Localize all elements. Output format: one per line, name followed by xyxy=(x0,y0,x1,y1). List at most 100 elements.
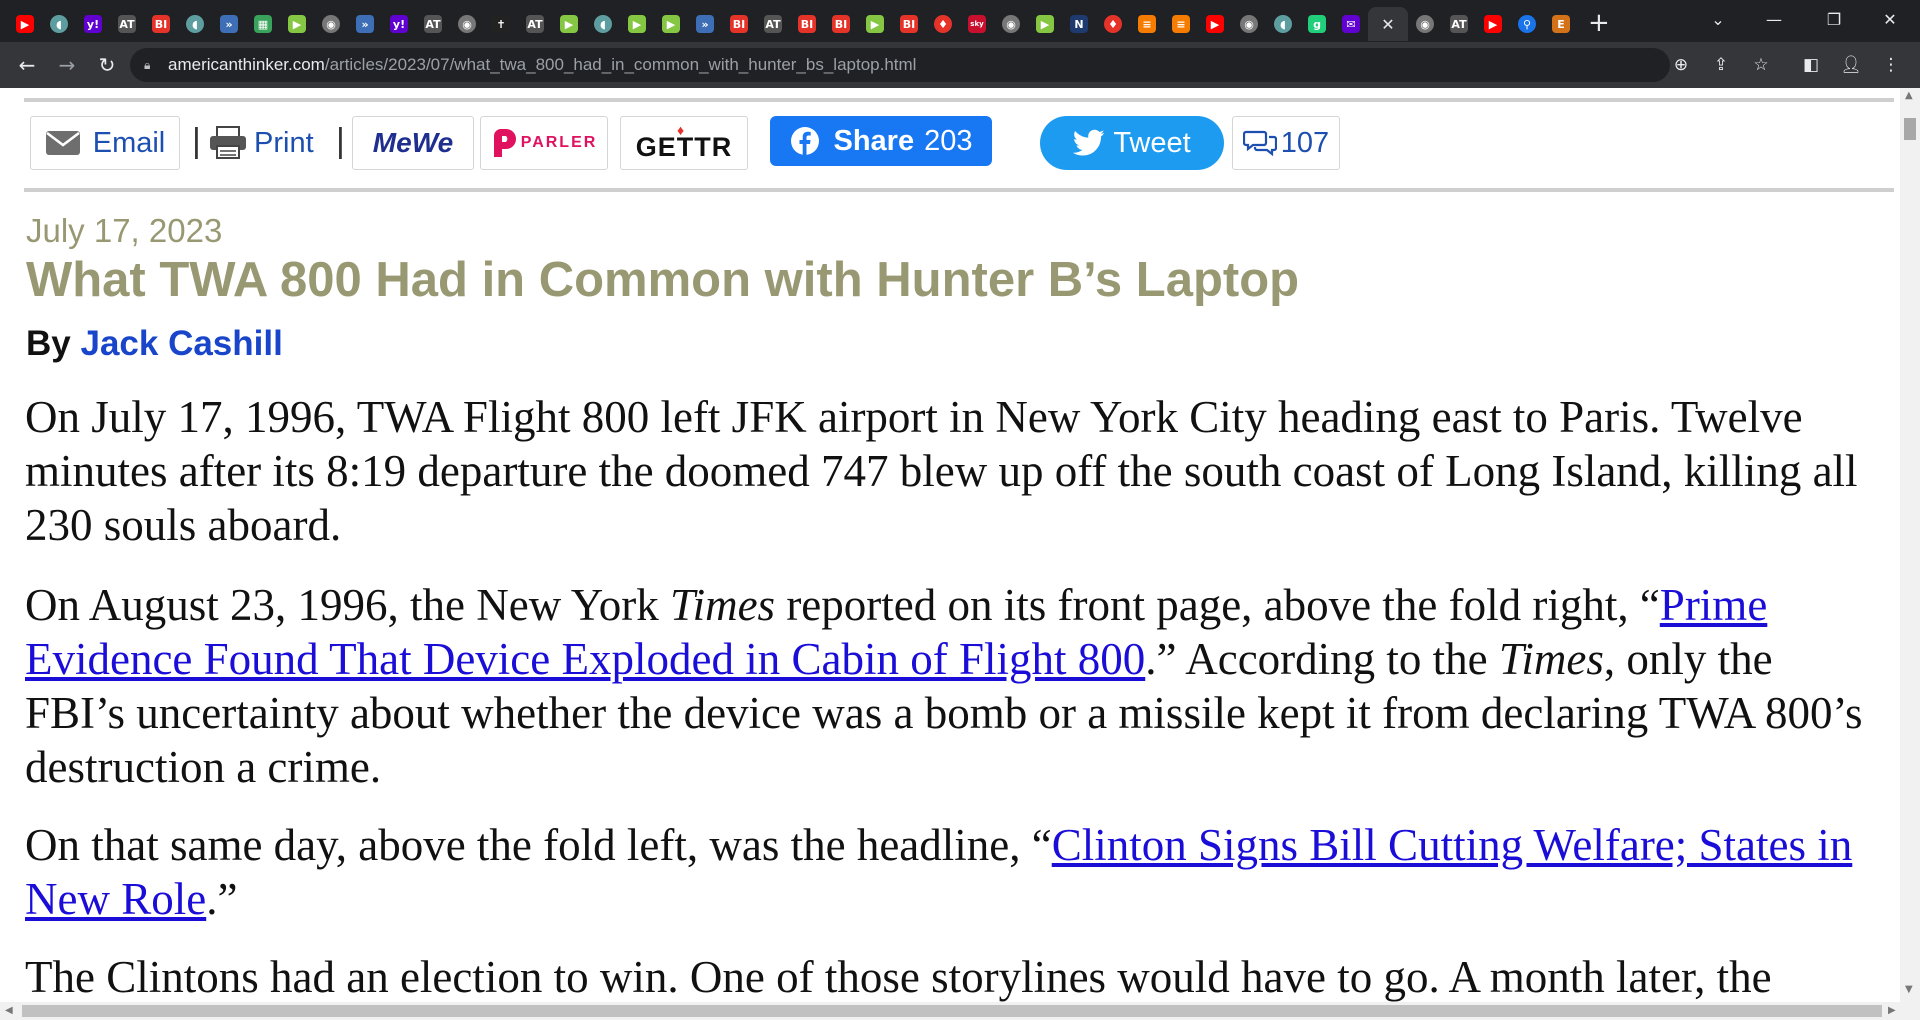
zoom-icon[interactable]: ⊕ xyxy=(1668,52,1694,78)
browser-tab[interactable]: BI xyxy=(722,7,756,41)
browser-tab[interactable]: ✝ xyxy=(484,7,518,41)
browser-tab[interactable]: ♦ xyxy=(926,7,960,41)
separator: | xyxy=(336,122,345,160)
facebook-share-button[interactable]: Share 203 xyxy=(770,116,992,166)
browser-tab[interactable]: ≡ xyxy=(1164,7,1198,41)
browser-tab[interactable]: g xyxy=(1300,7,1334,41)
side-panel-icon[interactable]: ◧ xyxy=(1798,52,1824,78)
rumble-icon: ▶ xyxy=(866,15,884,33)
browser-tab[interactable]: ◉ xyxy=(994,7,1028,41)
browser-tab[interactable]: ◖ xyxy=(586,7,620,41)
arrow-icon: » xyxy=(356,15,374,33)
browser-tab[interactable]: ◉ xyxy=(450,7,484,41)
business-insider-icon: BI xyxy=(152,15,170,33)
browser-tab[interactable]: ▶ xyxy=(858,7,892,41)
tab-search-icon[interactable]: ⌄ xyxy=(1690,0,1746,38)
forward-button[interactable]: → xyxy=(52,50,82,80)
author-link[interactable]: Jack Cashill xyxy=(80,324,282,363)
browser-tab[interactable]: AT xyxy=(518,7,552,41)
email-button[interactable]: Email xyxy=(30,116,180,170)
back-button[interactable]: ← xyxy=(12,50,42,80)
close-window-button[interactable]: ✕ xyxy=(1862,0,1918,38)
horizontal-scrollbar[interactable]: ◀ ▶ xyxy=(0,1002,1920,1020)
envelope-icon xyxy=(45,131,80,155)
browser-tab[interactable]: ◉ xyxy=(1408,7,1442,41)
active-tab[interactable]: ✕ xyxy=(1368,7,1408,41)
browser-tab[interactable]: E xyxy=(1544,7,1578,41)
address-bar[interactable]: 🔒︎ americanthinker.com/articles/2023/07/… xyxy=(130,48,1670,82)
restore-button[interactable]: ❐ xyxy=(1806,0,1862,38)
reload-button[interactable]: ↻ xyxy=(92,50,122,80)
browser-tab[interactable]: AT xyxy=(416,7,450,41)
scroll-right-icon[interactable]: ▶ xyxy=(1888,1005,1896,1016)
browser-tab[interactable]: ▶ xyxy=(8,7,42,41)
vertical-scroll-thumb[interactable] xyxy=(1904,118,1916,140)
scroll-down-icon[interactable]: ▼ xyxy=(1905,984,1913,995)
browser-tab[interactable]: ▶ xyxy=(552,7,586,41)
browser-tab[interactable]: ◖ xyxy=(178,7,212,41)
mewe-button[interactable]: MeWe xyxy=(352,116,474,170)
browser-tab[interactable]: ▶ xyxy=(620,7,654,41)
vertical-scrollbar[interactable]: ▲ ▼ xyxy=(1900,88,1920,1002)
separator: | xyxy=(192,122,201,160)
url-text[interactable]: americanthinker.com/articles/2023/07/wha… xyxy=(168,55,916,75)
close-tab-icon[interactable]: ✕ xyxy=(1381,15,1394,34)
scroll-up-icon[interactable]: ▲ xyxy=(1905,90,1913,101)
browser-tab[interactable]: ▶ xyxy=(654,7,688,41)
minimize-button[interactable]: — xyxy=(1746,0,1802,38)
twitter-bird-icon xyxy=(1073,129,1105,156)
gab-icon: g xyxy=(1308,15,1326,33)
browser-tab[interactable]: ✉ xyxy=(1334,7,1368,41)
american-thinker-icon: AT xyxy=(526,15,544,33)
print-button[interactable]: Print xyxy=(208,116,314,170)
globe-icon: ◉ xyxy=(1002,15,1020,33)
browser-tab[interactable]: ▶ xyxy=(1028,7,1062,41)
browser-tab[interactable]: ◖ xyxy=(42,7,76,41)
browser-tab[interactable]: ♦ xyxy=(1096,7,1130,41)
browser-tab[interactable]: » xyxy=(212,7,246,41)
browser-tab[interactable]: ▶ xyxy=(280,7,314,41)
browser-tab[interactable]: y! xyxy=(76,7,110,41)
shield-icon: ◖ xyxy=(594,15,612,33)
parler-button[interactable]: PARLER xyxy=(480,116,608,170)
browser-tab[interactable]: AT xyxy=(110,7,144,41)
shield-icon: ◖ xyxy=(50,15,68,33)
browser-tab[interactable]: BI xyxy=(892,7,926,41)
tab-list-after: ◉ AT ▶ ⚲ E xyxy=(1408,1,1578,41)
business-insider-icon: BI xyxy=(900,15,918,33)
bookmark-star-icon[interactable]: ☆ xyxy=(1748,52,1774,78)
browser-tab[interactable]: sky xyxy=(960,7,994,41)
divider-bottom xyxy=(24,188,1894,192)
epoch-icon: E xyxy=(1552,15,1570,33)
menu-icon[interactable]: ⋮ xyxy=(1878,52,1904,78)
browser-tab[interactable]: ≡ xyxy=(1130,7,1164,41)
gettr-flame-icon: ♦ xyxy=(677,122,685,138)
browser-tab[interactable]: » xyxy=(348,7,382,41)
lock-icon[interactable]: 🔒︎ xyxy=(144,58,158,73)
browser-tab[interactable]: BI xyxy=(790,7,824,41)
gettr-icon: ♦ xyxy=(934,15,952,33)
comments-button[interactable]: 107 xyxy=(1232,116,1340,170)
browser-tab[interactable]: BI xyxy=(824,7,858,41)
browser-tab[interactable]: ▶ xyxy=(1476,7,1510,41)
profile-icon[interactable]: 👤︎ xyxy=(1838,52,1864,78)
share-page-icon[interactable]: ⇪ xyxy=(1708,52,1734,78)
browser-tab[interactable]: ▶ xyxy=(1198,7,1232,41)
browser-tab[interactable]: AT xyxy=(1442,7,1476,41)
browser-tab[interactable]: ◉ xyxy=(1232,7,1266,41)
browser-tab[interactable]: ⚲ xyxy=(1510,7,1544,41)
browser-tab[interactable]: ▦ xyxy=(246,7,280,41)
gettr-button[interactable]: ♦ GETTR xyxy=(620,116,748,170)
browser-tab[interactable]: AT xyxy=(756,7,790,41)
browser-tab[interactable]: ◖ xyxy=(1266,7,1300,41)
browser-tab[interactable]: ◉ xyxy=(314,7,348,41)
scroll-left-icon[interactable]: ◀ xyxy=(5,1005,13,1016)
browser-tab[interactable]: N xyxy=(1062,7,1096,41)
horizontal-scroll-thumb[interactable] xyxy=(22,1005,1882,1017)
browser-tab[interactable]: y! xyxy=(382,7,416,41)
tweet-button[interactable]: Tweet xyxy=(1040,116,1224,170)
new-tab-button[interactable]: + xyxy=(1588,8,1610,38)
browser-toolbar: ← → ↻ 🔒︎ americanthinker.com/articles/20… xyxy=(0,42,1920,88)
browser-tab[interactable]: BI xyxy=(144,7,178,41)
browser-tab[interactable]: » xyxy=(688,7,722,41)
